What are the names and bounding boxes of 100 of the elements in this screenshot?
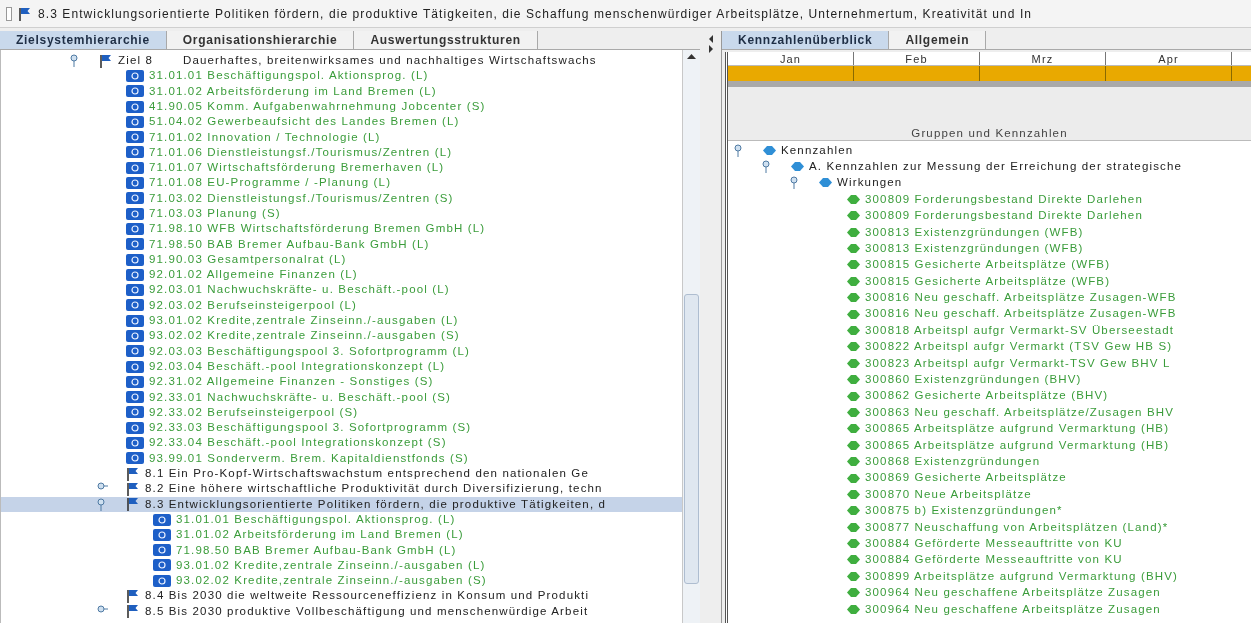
indicator-title[interactable]: 300813 Existenzgründungen (WFB) xyxy=(865,223,1084,241)
tree-row[interactable]: 92.03.04 Beschäft.-pool Integrationskonzept (L) xyxy=(1,358,682,375)
indicator-title[interactable]: 300822 Arbeitspl aufgr Vermarkt (TSV Gew HB S) xyxy=(865,338,1173,356)
account-icon xyxy=(126,115,144,128)
indicator-title[interactable]: 300884 Geförderte Messeauftritte von KU xyxy=(865,551,1123,569)
account-icon xyxy=(126,207,144,220)
indicator-title[interactable]: 300899 Arbeitsplätze aufgrund Vermarktung (BHV) xyxy=(865,567,1178,585)
flag-icon xyxy=(126,466,140,481)
tree-row[interactable]: 8.3 Entwicklungsorientierte Politiken fördern, die produktive Tätigkeiten, d xyxy=(1,496,682,512)
tree-row[interactable]: 92.31.02 Allgemeine Finanzen - Sonstiges (S) xyxy=(1,374,682,390)
group-title[interactable]: A. Kennzahlen zur Messung der Erreichung der strategische xyxy=(809,157,1183,176)
indicator-title[interactable]: 300815 Gesicherte Arbeitsplätze (WFB) xyxy=(865,256,1111,274)
tree-row[interactable]: 71.01.02 Innovation / Technologie (L) xyxy=(1,129,682,145)
tree-row[interactable]: 92.03.02 Berufseinsteigerpool (L) xyxy=(1,297,682,314)
indicator-title[interactable]: 300815 Gesicherte Arbeitsplätze (WFB) xyxy=(865,272,1111,290)
diamond-icon xyxy=(847,406,860,418)
indicator-title[interactable]: 300809 Forderungsbestand Direkte Darlehen xyxy=(865,190,1143,208)
indicator-title[interactable]: 300818 Arbeitspl aufgr Vermarkt-SV Überseestadt xyxy=(865,321,1175,340)
account-title: 51.04.02 Gewerbeaufsicht des Landes Bremen (L) xyxy=(149,114,460,130)
tree-row[interactable]: 51.04.02 Gewerbeaufsicht des Landes Bremen (L) xyxy=(1,114,682,130)
tree-row[interactable]: 71.01.08 EU-Programme / -Planung (L) xyxy=(1,175,682,191)
tree-row[interactable]: 8.2 Eine höhere wirtschaftliche Produktivität durch Diversifizierung, techn xyxy=(1,481,682,497)
collapse-arrows-icon[interactable] xyxy=(706,33,715,55)
tree-row[interactable]: 31.01.01 Beschäftigungspol. Aktionsprog. (L) xyxy=(1,511,682,528)
indicator-title[interactable]: 300870 Neue Arbeitsplätze xyxy=(865,485,1032,504)
scrollbar[interactable] xyxy=(682,50,700,623)
indicator-title[interactable]: 300860 Existenzgründungen (BHV) xyxy=(865,371,1082,389)
tree-row[interactable]: 31.01.02 Arbeitsförderung im Land Bremen (L) xyxy=(1,527,682,543)
diamond-icon xyxy=(847,243,860,255)
indicator-title[interactable]: 300877 Neuschaffung von Arbeitsplätzen (Land)* xyxy=(865,518,1169,536)
tab[interactable]: Kennzahlenüberblick xyxy=(722,31,890,49)
tree-row[interactable]: 93.02.02 Kredite,zentrale Zinseinn./-ausgaben (S) xyxy=(1,573,682,589)
expander-icon[interactable] xyxy=(96,497,108,511)
indicator-title[interactable]: 300863 Neu geschaff. Arbeitsplätze/Zusagen BHV xyxy=(865,403,1175,422)
drag-handle-icon[interactable] xyxy=(6,6,12,21)
tree-row[interactable]: 71.03.02 Dienstleistungsf./Tourismus/Zentren (S) xyxy=(1,190,682,206)
expander-icon[interactable] xyxy=(733,143,745,157)
tree-row[interactable]: 92.33.01 Nachwuchskräfte- u. Beschäft.-pool (S) xyxy=(1,389,682,405)
diamond-icon xyxy=(791,161,804,173)
tree-row[interactable]: 71.01.07 Wirtschaftsförderung Bremerhaven (L) xyxy=(1,160,682,176)
diamond-icon xyxy=(847,325,860,336)
diamond-icon xyxy=(847,390,860,402)
indicator-title[interactable]: 300809 Forderungsbestand Direkte Darlehen xyxy=(865,207,1143,225)
tree-row[interactable]: 71.98.50 BAB Bremer Aufbau-Bank GmbH (L) xyxy=(1,236,682,252)
diamond-icon xyxy=(819,177,832,189)
tree-row[interactable]: 8.4 Bis 2030 die weltweite Ressourceneffizienz in Konsum und Produkti xyxy=(1,588,682,604)
tab[interactable]: Allgemein xyxy=(889,31,987,49)
diamond-icon xyxy=(847,603,860,615)
tab[interactable]: Organisationshierarchie xyxy=(166,31,355,49)
indicator-title[interactable]: 300823 Arbeitspl aufgr Vermarkt-TSV Gew BHV L xyxy=(865,354,1171,372)
account-icon xyxy=(126,253,144,266)
indicator-title[interactable]: 300862 Gesicherte Arbeitsplätze (BHV) xyxy=(865,387,1109,405)
indicator-title[interactable]: 300816 Neu geschaff. Arbeitsplätze Zusagen-WFB xyxy=(865,289,1177,307)
group-title[interactable]: Kennzahlen xyxy=(781,141,854,159)
account-title: 92.03.01 Nachwuchskräfte- u. Beschäft.-pool (L) xyxy=(149,282,450,298)
tree-row[interactable]: 71.03.03 Planung (S) xyxy=(1,205,682,222)
tree-row[interactable]: 93.01.02 Kredite,zentrale Zinseinn./-ausgaben (L) xyxy=(1,557,682,574)
indicator-title[interactable]: 300964 Neu geschaffene Arbeitsplätze Zusagen xyxy=(865,600,1161,618)
tree-row[interactable]: 31.01.01 Beschäftigungspol. Aktionsprog. (L) xyxy=(1,68,682,84)
tab[interactable]: Auswertungsstrukturen xyxy=(354,31,538,49)
tree-row[interactable]: 92.33.04 Beschäft.-pool Integrationskonzept (S) xyxy=(1,435,682,451)
indicator-title[interactable]: 300964 Neu geschaffene Arbeitsplätze Zusagen xyxy=(865,584,1161,602)
tree-row[interactable]: 93.01.02 Kredite,zentrale Zinseinn./-ausgaben (L) xyxy=(1,313,682,329)
tree-row[interactable]: 71.01.06 Dienstleistungsf./Tourismus/Zentren (L) xyxy=(1,144,682,161)
tree-row[interactable]: 92.01.02 Allgemeine Finanzen (L) xyxy=(1,267,682,283)
group-title[interactable]: Wirkungen xyxy=(837,174,903,192)
tree-row[interactable]: 93.02.02 Kredite,zentrale Zinseinn./-ausgaben (S) xyxy=(1,328,682,344)
goal-title: 8.4 Bis 2030 die weltweite Ressourceneffizienz in Konsum und Produkti xyxy=(145,588,590,604)
expander-icon[interactable] xyxy=(69,54,81,68)
scrollbar-thumb[interactable] xyxy=(684,294,699,584)
indicator-title[interactable]: 300868 Existenzgründungen xyxy=(865,453,1041,471)
expander-icon[interactable] xyxy=(761,160,773,174)
tree-row[interactable]: 92.33.02 Berufseinsteigerpool (S) xyxy=(1,404,682,421)
indicator-title[interactable]: 300875 b) Existenzgründungen* xyxy=(865,502,1063,520)
tree-row[interactable]: 31.01.02 Arbeitsförderung im Land Bremen (L) xyxy=(1,83,682,99)
tree-row[interactable]: 41.90.05 Komm. Aufgabenwahrnehmung Jobcenter (S) xyxy=(1,98,682,115)
expander-icon[interactable] xyxy=(789,176,801,190)
indicator-title[interactable]: 300884 Geförderte Messeauftritte von KU xyxy=(865,534,1123,553)
tree-row[interactable]: 92.33.03 Beschäftigungspool 3. Sofortprogramm (S) xyxy=(1,420,682,436)
tree-row[interactable]: 8.1 Ein Pro-Kopf-Wirtschaftswachstum entsprechend den nationalen Ge xyxy=(1,466,682,482)
account-icon xyxy=(153,544,171,557)
tree-row[interactable]: 8.5 Bis 2030 produktive Vollbeschäftigung und menschenwürdige Arbeit xyxy=(1,603,682,619)
tree-row[interactable]: 91.90.03 Gesamtpersonalrat (L) xyxy=(1,251,682,268)
tree-row[interactable]: Ziel 8 Dauerhaftes, breitenwirksames und nachhaltiges Wirtschaftswachs xyxy=(1,53,682,69)
indicator-title[interactable]: 300813 Existenzgründungen (WFB) xyxy=(865,239,1084,258)
indicator-title[interactable]: 300869 Gesicherte Arbeitsplätze xyxy=(865,469,1067,487)
tree-row[interactable]: 92.03.03 Beschäftigungspool 3. Sofortprogramm (L) xyxy=(1,343,682,359)
tree-row[interactable]: 93.99.01 Sonderverm. Brem. Kapitaldienstfonds (S) xyxy=(1,450,682,466)
indicator-title[interactable]: 300865 Arbeitsplätze aufgrund Vermarktung (HB) xyxy=(865,436,1170,454)
tree-row[interactable]: 71.98.50 BAB Bremer Aufbau-Bank GmbH (L) xyxy=(1,542,682,558)
account-icon xyxy=(126,177,144,189)
account-icon xyxy=(126,330,144,342)
indicator-title[interactable]: 300865 Arbeitsplätze aufgrund Vermarktung (HB) xyxy=(865,420,1170,438)
tab[interactable]: Zielsystemhierarchie xyxy=(0,31,167,49)
tree-row[interactable]: 92.03.01 Nachwuchskräfte- u. Beschäft.-pool (L) xyxy=(1,282,682,298)
account-icon xyxy=(126,437,144,450)
tree-row[interactable]: 71.98.10 WFB Wirtschaftsförderung Bremen GmbH (L) xyxy=(1,221,682,237)
diamond-icon xyxy=(847,259,860,271)
flag-icon xyxy=(126,481,140,496)
indicator-title[interactable]: 300816 Neu geschaff. Arbeitsplätze Zusagen-WFB xyxy=(865,305,1177,323)
